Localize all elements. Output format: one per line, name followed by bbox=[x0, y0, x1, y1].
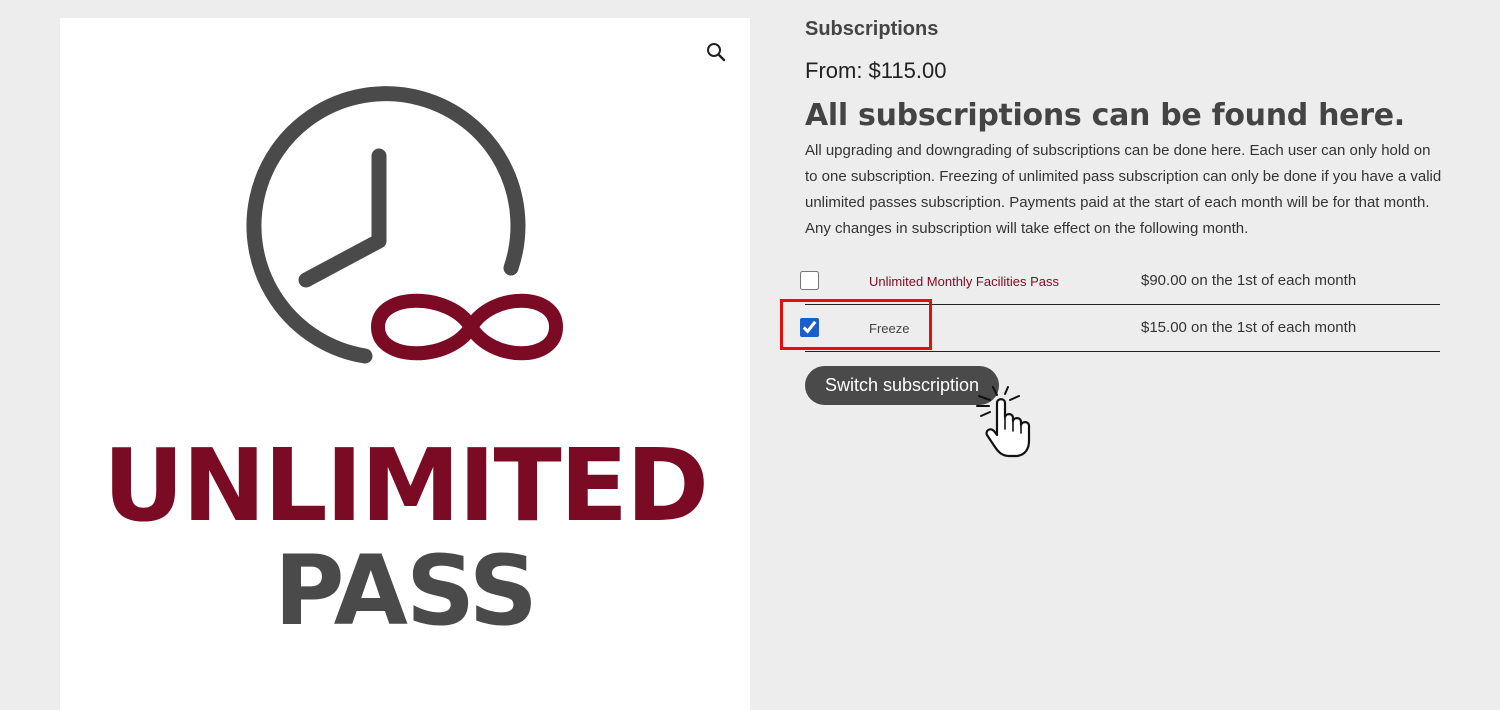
option-link-unlimited-monthly[interactable]: Unlimited Monthly Facilities Pass bbox=[869, 274, 1059, 289]
description: All upgrading and downgrading of subscri… bbox=[805, 142, 1442, 237]
checkbox-unlimited-monthly[interactable] bbox=[800, 271, 819, 290]
zoom-button[interactable] bbox=[700, 36, 732, 68]
logo-graphic bbox=[246, 86, 563, 364]
logo-text-pass: PASS bbox=[274, 535, 538, 647]
infinity-symbol bbox=[371, 293, 563, 361]
logo-text-unlimited: UNLIMITED bbox=[102, 427, 709, 544]
option-price: $90.00 on the 1st of each month bbox=[1141, 272, 1357, 289]
option-price: $15.00 on the 1st of each month bbox=[1141, 319, 1357, 336]
pointer-hand-icon bbox=[976, 386, 1031, 458]
product-price: From: $115.00 bbox=[805, 58, 947, 83]
magnifier-icon bbox=[707, 43, 726, 62]
category-title: Subscriptions bbox=[805, 18, 939, 40]
page-headline: All subscriptions can be found here. bbox=[805, 98, 1405, 133]
switch-subscription-button[interactable]: Switch subscription bbox=[805, 366, 1000, 405]
highlight-box bbox=[780, 299, 932, 350]
clock-hands bbox=[298, 148, 387, 288]
product-image: UNLIMITED PASS bbox=[60, 18, 750, 710]
